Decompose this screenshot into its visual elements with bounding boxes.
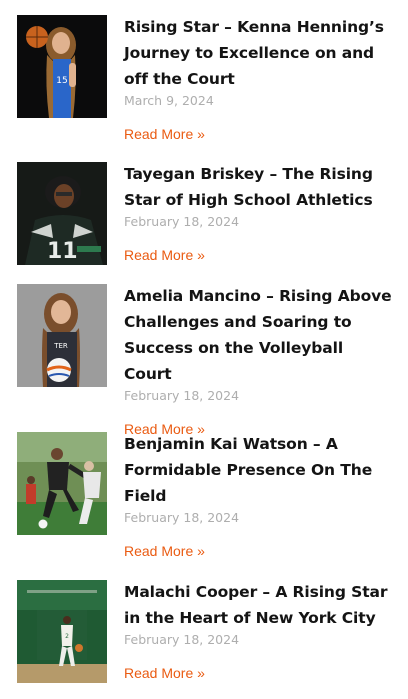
read-more-link[interactable]: Read More » [124,246,205,264]
post-date: February 18, 2024 [124,632,240,647]
post-date: February 18, 2024 [124,214,240,229]
read-more-link[interactable]: Read More » [124,664,205,682]
volleyball-player-photo-icon: TER [17,284,107,387]
post-thumbnail[interactable]: 2 [17,580,107,683]
post-thumbnail[interactable]: TER [17,284,107,387]
basketball-player-photo-icon: 15 [17,15,107,118]
svg-text:2: 2 [65,633,69,640]
post-title[interactable]: Malachi Cooper – A Rising Star in the He… [124,579,394,631]
post-title[interactable]: Rising Star – Kenna Henning’s Journey to… [124,14,394,92]
post-title[interactable]: Amelia Mancino – Rising Above Challenges… [124,283,394,387]
post-date: February 18, 2024 [124,388,240,403]
post-thumbnail[interactable]: 11 [17,162,107,265]
read-more-link[interactable]: Read More » [124,542,205,560]
post-list: 15 Rising Star – Kenna Henning’s Journey… [0,0,408,699]
post-thumbnail[interactable] [17,432,107,535]
post-date: March 9, 2024 [124,93,214,108]
post-title[interactable]: Benjamin Kai Watson – A Formidable Prese… [124,431,394,509]
svg-text:15: 15 [56,76,67,86]
post-title[interactable]: Tayegan Briskey – The Rising Star of Hig… [124,161,394,213]
football-player-photo-icon: 11 [17,162,107,265]
post-thumbnail[interactable]: 15 [17,15,107,118]
soccer-players-photo-icon [17,432,107,535]
post-date: February 18, 2024 [124,510,240,525]
read-more-link[interactable]: Read More » [124,125,205,143]
svg-text:11: 11 [47,239,78,264]
svg-text:TER: TER [53,342,68,350]
gym-basketball-photo-icon: 2 [17,580,107,683]
